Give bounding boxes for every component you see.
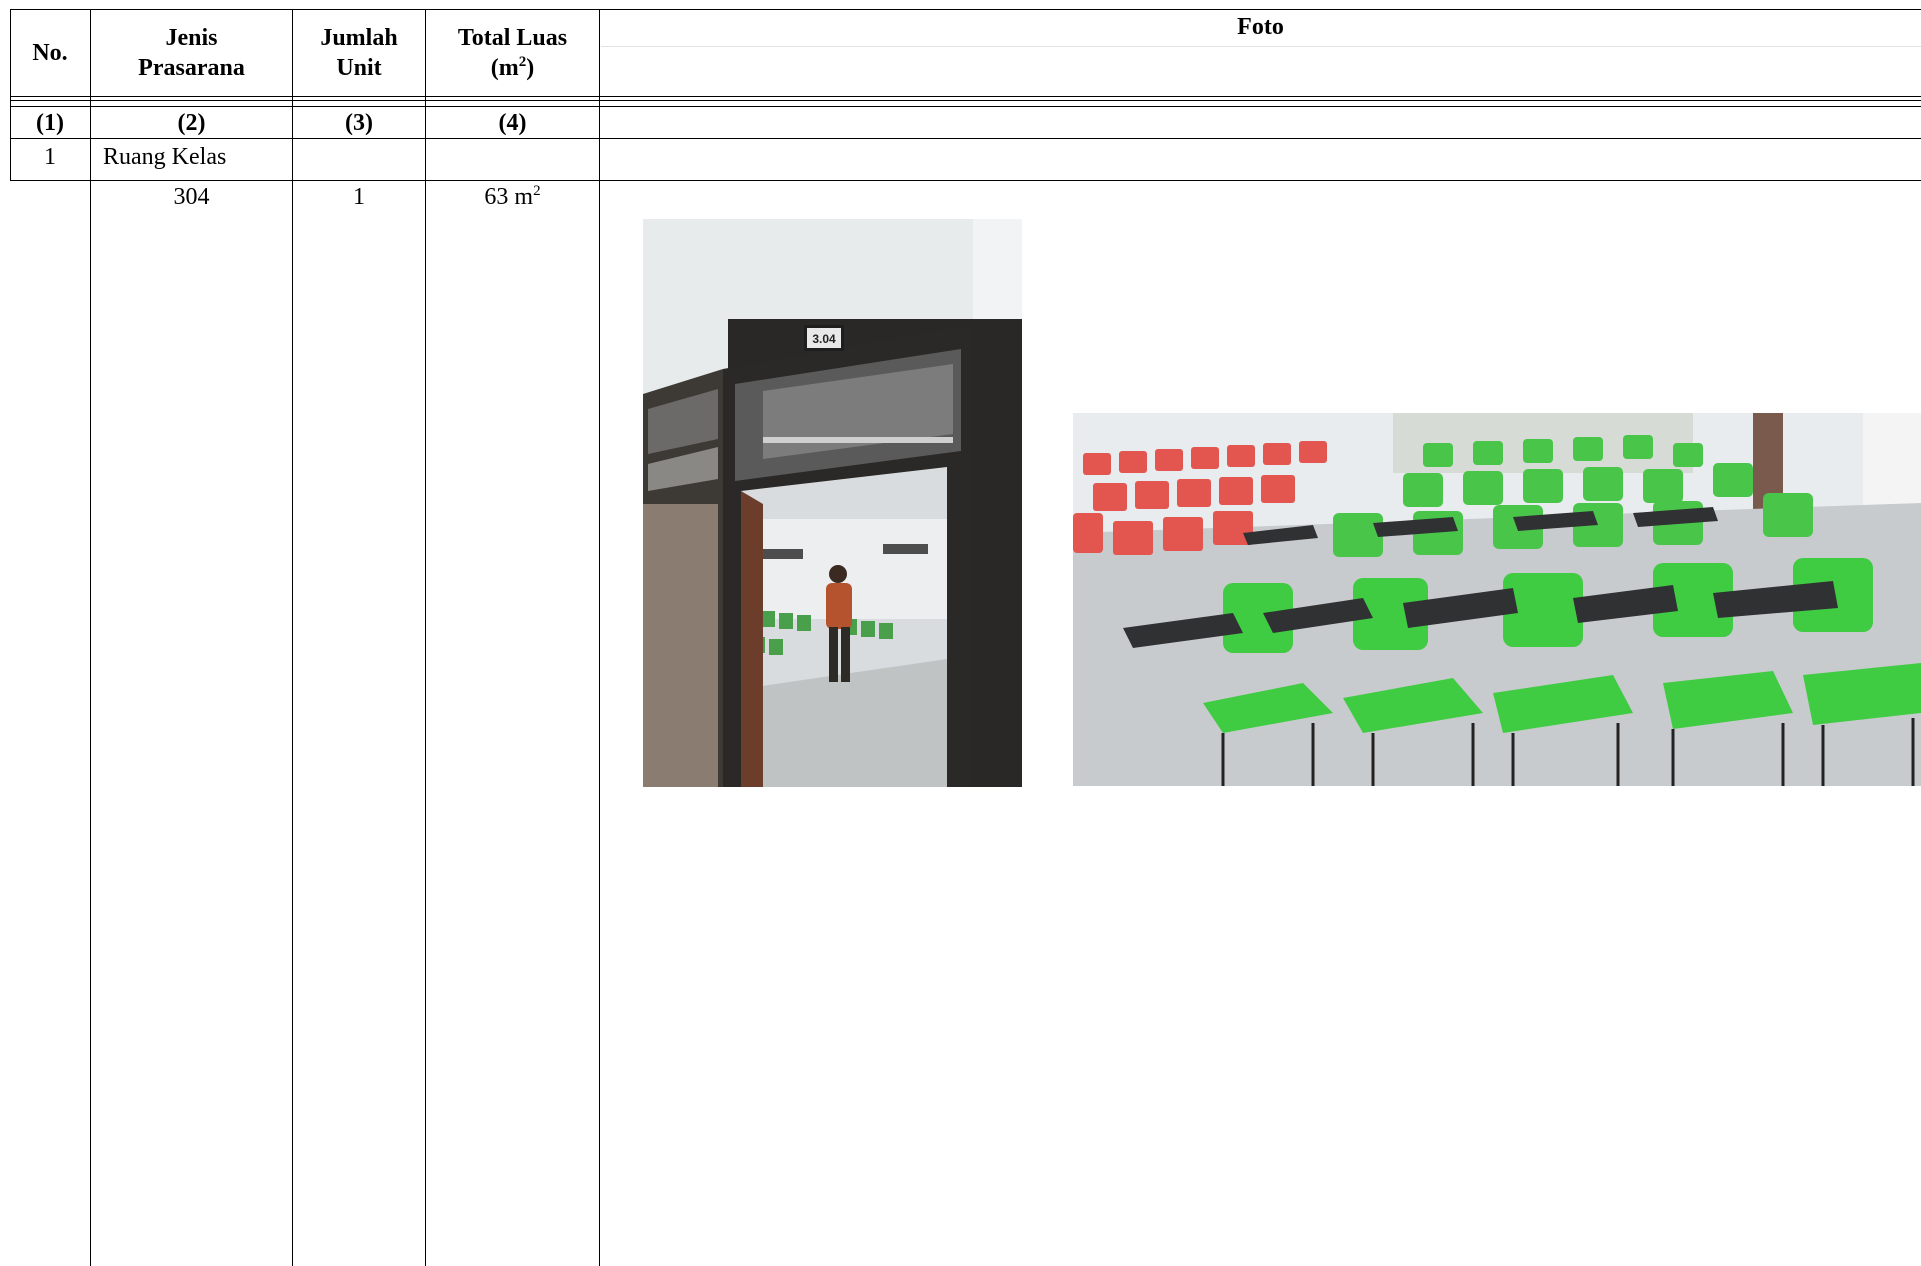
header-luas-unit-close: ): [526, 55, 535, 81]
classroom-door-photo: 3.04: [643, 219, 1022, 787]
subrow-1-luas-value: 63 m2: [484, 182, 540, 212]
header-luas-unit: (m2): [491, 53, 534, 83]
header-jenis-line2: Prasarana: [138, 55, 245, 81]
subrow-top-line: [90, 180, 1921, 181]
header-jenis-line1: Jenis: [165, 25, 218, 51]
header-jenis: Jenis Prasarana: [91, 10, 292, 96]
subrow-1-jenis-value: 304: [173, 184, 210, 210]
header-jumlah-line1: Jumlah: [320, 25, 398, 51]
header-divider-2: [10, 100, 1921, 101]
room-sign-text: 3.04: [812, 332, 836, 346]
col-divider-4: [599, 9, 600, 1266]
colnum-1-label: (1): [36, 109, 64, 136]
header-foto-label: Foto: [1237, 14, 1284, 40]
colnum-3: (3): [293, 107, 425, 138]
header-jumlah: Jumlah Unit: [293, 10, 425, 96]
facility-table: No. Jenis Prasarana Jumlah Unit Total Lu…: [0, 0, 1921, 1266]
subrow-1-luas-number: 63 m: [484, 184, 534, 210]
colnum-3-label: (3): [345, 109, 373, 136]
header-no-label: No.: [32, 40, 68, 66]
colnum-4: (4): [426, 107, 599, 138]
header-no: No.: [10, 10, 90, 96]
subrow-1-luas-sup: 2: [533, 183, 541, 199]
row-1-jenis-value: Ruang Kelas: [103, 144, 227, 170]
classroom-chairs-photo: [1073, 413, 1921, 786]
colnum-2: (2): [91, 107, 292, 138]
row-1-no-value: 1: [44, 144, 56, 170]
colnum-2-label: (2): [177, 109, 206, 136]
colnum-4-label: (4): [498, 109, 527, 136]
subrow-1-jumlah-value: 1: [353, 184, 365, 210]
colnum-1: (1): [10, 107, 90, 138]
header-luas-unit-open: (m: [490, 55, 519, 81]
header-luas: Total Luas (m2): [426, 10, 599, 96]
classroom-door-photo-image: 3.04: [643, 219, 1022, 787]
subrow-1-luas: 63 m2: [426, 182, 599, 218]
header-divider-1: [10, 96, 1921, 97]
row-1-jenis: Ruang Kelas: [91, 142, 292, 178]
subrow-1-jenis: 304: [91, 182, 292, 218]
row-1-no: 1: [10, 142, 90, 178]
classroom-chairs-photo-image: [1073, 413, 1921, 786]
header-luas-line1: Total Luas: [457, 25, 568, 51]
header-jumlah-line2: Unit: [336, 55, 382, 81]
numbers-row-divider: [10, 138, 1921, 139]
foto-header-faint-line: [601, 46, 1921, 47]
subrow-1-jumlah: 1: [293, 182, 425, 218]
